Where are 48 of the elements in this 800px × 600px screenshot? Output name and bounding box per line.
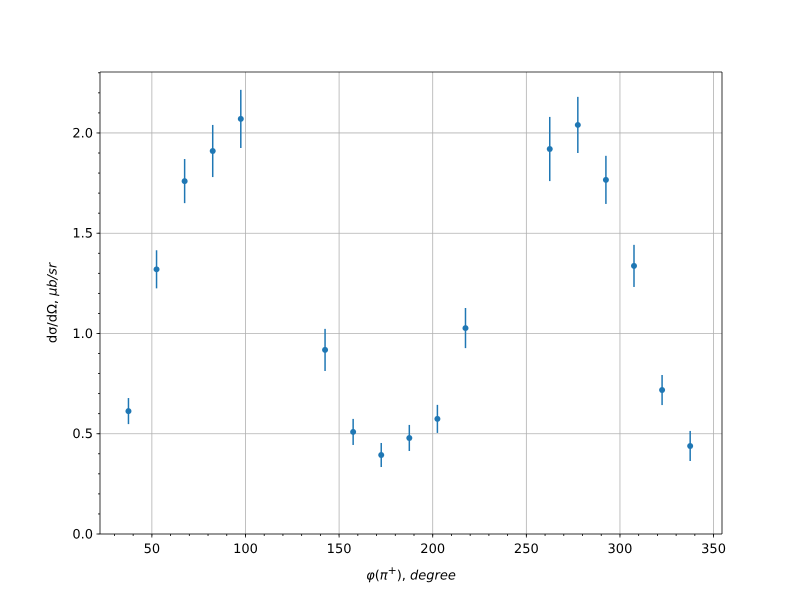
data-point: [546, 116, 553, 182]
data-point: [602, 156, 609, 204]
point: [210, 148, 216, 154]
data-point: [350, 418, 356, 445]
tick-label: 1.5: [72, 226, 93, 242]
data-point: [238, 90, 244, 148]
tick-label: 1.0: [72, 326, 93, 342]
data-point: [462, 308, 468, 348]
tick-label: 100: [233, 542, 258, 557]
point: [238, 116, 244, 122]
tick-label: 2.0: [72, 126, 93, 142]
point: [631, 262, 637, 269]
data-point: [125, 398, 132, 424]
data-point: [434, 404, 440, 433]
data-point: [322, 328, 328, 371]
data-point: [154, 250, 160, 288]
tick-label: 150: [326, 542, 352, 557]
tick-label: 300: [608, 542, 632, 557]
y-axis-label: dσ/dΩ, μb/sr: [46, 262, 60, 344]
point: [406, 434, 412, 441]
point: [602, 176, 609, 183]
data-point: [378, 442, 384, 468]
tick-label: 0.0: [72, 528, 93, 542]
tick-label: 0.5: [72, 427, 93, 442]
point: [659, 387, 666, 394]
point: [322, 346, 328, 353]
point: [574, 122, 581, 128]
data-point: [659, 374, 666, 406]
point: [546, 146, 553, 152]
point: [125, 408, 132, 414]
data-point: [210, 124, 216, 178]
point: [462, 325, 468, 332]
point: [687, 442, 694, 449]
data-point: [574, 96, 581, 153]
tick-label: 350: [701, 542, 726, 557]
tick-label: 200: [420, 542, 446, 557]
data-point: [182, 159, 188, 204]
x-axis-label: φ(π$^{+}$), degree: [366, 564, 456, 584]
data-point: [406, 424, 412, 451]
point: [350, 428, 356, 435]
data-point: [631, 244, 637, 287]
point: [154, 266, 160, 272]
tick-label: 250: [514, 542, 539, 557]
point: [434, 416, 440, 422]
point: [378, 452, 384, 458]
data-point: [687, 430, 694, 461]
tick-label: 50: [144, 542, 160, 557]
point: [182, 178, 188, 184]
